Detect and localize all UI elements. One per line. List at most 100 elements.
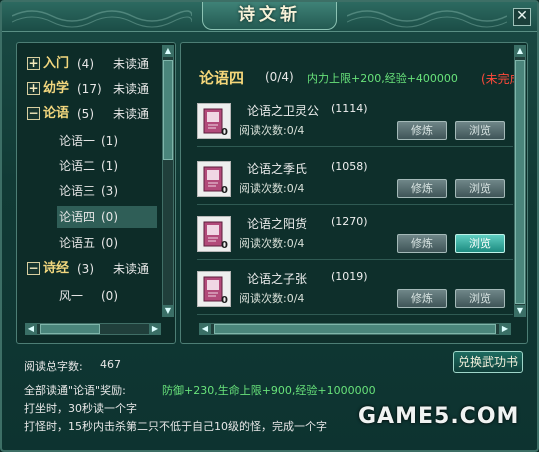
scroll-left-icon[interactable]: ◀ — [199, 323, 211, 335]
scroll-left-icon[interactable]: ◀ — [25, 323, 37, 335]
tree-category-youxue[interactable]: + 幼学 (17) 未读通 — [17, 78, 163, 100]
category-count: (4) — [77, 57, 94, 71]
tree-item-name: 论语二 — [59, 159, 96, 173]
list-item: 0 论语之子张 (1019) 阅读次数:0/4 修炼 浏览 — [197, 265, 513, 315]
tree-category-rumen[interactable]: + 入门 (4) 未读通 — [17, 53, 163, 75]
tree-vertical-scrollbar[interactable]: ▲ ▼ — [162, 45, 174, 317]
practice-button[interactable]: 修炼 — [397, 289, 447, 308]
reward-value: 防御+230,生命上限+900,经验+1000000 — [162, 384, 376, 397]
item-title: 论语之卫灵公 — [247, 104, 320, 118]
browse-button[interactable]: 浏览 — [455, 179, 505, 198]
total-words-value: 467 — [100, 358, 121, 371]
item-id: (1019) — [331, 270, 368, 283]
scroll-right-icon[interactable]: ▶ — [149, 323, 161, 335]
tree-item-lunyu-5[interactable]: 论语五 (0) — [17, 232, 163, 254]
scroll-down-icon[interactable]: ▼ — [514, 305, 526, 317]
scroll-down-icon[interactable]: ▼ — [162, 305, 174, 317]
browse-button[interactable]: 浏览 — [455, 234, 505, 253]
tree-item-name: 论语一 — [59, 134, 96, 148]
chapter-title: 论语四 — [199, 69, 245, 87]
practice-button[interactable]: 修炼 — [397, 121, 447, 140]
collapse-toggle-icon[interactable]: − — [27, 262, 40, 275]
browse-button[interactable]: 浏览 — [455, 121, 505, 140]
list-item: 0 论语之季氏 (1058) 阅读次数:0/4 修炼 浏览 — [197, 155, 513, 205]
item-id: (1058) — [331, 160, 368, 173]
category-count: (5) — [77, 107, 94, 121]
scroll-up-icon[interactable]: ▲ — [162, 45, 174, 57]
cloud-pattern-left — [12, 10, 192, 28]
scroll-thumb[interactable] — [40, 324, 100, 334]
chapter-reward: 内力上限+200,经验+400000 — [307, 72, 458, 85]
tip-meditate: 打坐时，30秒读一个字 — [24, 402, 137, 415]
book-quantity: 0 — [221, 127, 228, 138]
category-name: 入门 — [43, 56, 70, 71]
title-bar: 诗文斩 ✕ — [2, 2, 537, 32]
practice-button[interactable]: 修炼 — [397, 179, 447, 198]
item-read-count: 阅读次数:0/4 — [239, 124, 305, 137]
book-slot[interactable]: 0 — [197, 103, 231, 139]
tree-item-lunyu-4-selected[interactable]: 论语四 (0) — [57, 206, 157, 228]
browse-button[interactable]: 浏览 — [455, 289, 505, 308]
tree-horizontal-scrollbar[interactable]: ◀ ▶ — [25, 323, 161, 335]
book-slot[interactable]: 0 — [197, 216, 231, 252]
expand-toggle-icon[interactable]: + — [27, 82, 40, 95]
book-slot[interactable]: 0 — [197, 271, 231, 307]
poetry-window: 诗文斩 ✕ + 入门 (4) 未读通 + 幼学 (17) 未读通 − 论语 (5… — [0, 0, 539, 452]
collapse-toggle-icon[interactable]: − — [27, 107, 40, 120]
tree-item-name: 论语四 — [59, 210, 96, 224]
exchange-martial-book-button[interactable]: 兑换武功书 — [453, 351, 523, 373]
chapter-header: 论语四 (0/4) 内力上限+200,经验+400000 (未完成) — [199, 67, 529, 87]
tree-category-shijing[interactable]: − 诗经 (3) 未读通 — [17, 258, 163, 280]
category-count: (17) — [77, 82, 102, 96]
scroll-thumb[interactable] — [214, 324, 496, 334]
tree-item-count: (1) — [101, 134, 118, 148]
item-read-count: 阅读次数:0/4 — [239, 182, 305, 195]
practice-button[interactable]: 修炼 — [397, 234, 447, 253]
chapter-horizontal-scrollbar[interactable]: ◀ ▶ — [199, 323, 511, 335]
category-status: 未读通 — [113, 82, 150, 96]
total-words-label: 阅读总字数: — [24, 360, 83, 373]
book-quantity: 0 — [221, 240, 228, 251]
tree-item-count: (0) — [101, 210, 118, 224]
book-quantity: 0 — [221, 185, 228, 196]
category-status: 未读通 — [113, 107, 150, 121]
item-title: 论语之季氏 — [247, 162, 308, 176]
chapter-panel: 论语四 (0/4) 内力上限+200,经验+400000 (未完成) 0 论语之… — [180, 42, 528, 344]
tree-item-lunyu-3[interactable]: 论语三 (3) — [17, 180, 163, 202]
item-read-count: 阅读次数:0/4 — [239, 292, 305, 305]
category-status: 未读通 — [113, 262, 150, 276]
tree-item-name: 论语三 — [59, 184, 96, 198]
window-title: 诗文斩 — [202, 2, 337, 30]
tree-category-lunyu[interactable]: − 论语 (5) 未读通 — [17, 103, 163, 125]
item-read-count: 阅读次数:0/4 — [239, 237, 305, 250]
category-name: 幼学 — [43, 81, 70, 96]
scroll-thumb[interactable] — [515, 60, 525, 304]
tree-item-lunyu-1[interactable]: 论语一 (1) — [17, 130, 163, 152]
scroll-up-icon[interactable]: ▲ — [514, 45, 526, 57]
category-name: 论语 — [43, 106, 70, 121]
tree-item-name: 论语五 — [59, 236, 96, 250]
close-button[interactable]: ✕ — [513, 8, 531, 26]
list-item: 0 论语之卫灵公 (1114) 阅读次数:0/4 修炼 浏览 — [197, 97, 513, 147]
tree-item-count: (0) — [101, 236, 118, 250]
tree-item-count: (0) — [101, 289, 118, 303]
tree-item-lunyu-2[interactable]: 论语二 (1) — [17, 155, 163, 177]
item-id: (1270) — [331, 215, 368, 228]
tree-item-name: 风一 — [59, 289, 84, 303]
item-title: 论语之子张 — [247, 272, 308, 286]
tip-monster: 打怪时，15秒内击杀第二只不低于自己10级的怪，完成一个字 — [24, 420, 327, 433]
item-id: (1114) — [331, 102, 368, 115]
chapter-vertical-scrollbar[interactable]: ▲ ▼ — [514, 45, 526, 317]
cloud-pattern-right — [347, 10, 507, 28]
expand-toggle-icon[interactable]: + — [27, 57, 40, 70]
category-status: 未读通 — [113, 57, 150, 71]
site-watermark: GAME5.COM — [358, 404, 520, 429]
tree-item-count: (3) — [101, 184, 118, 198]
category-tree-panel: + 入门 (4) 未读通 + 幼学 (17) 未读通 − 论语 (5) 未读通 … — [16, 42, 176, 344]
tree-item-feng-1[interactable]: 风一 (0) — [17, 285, 163, 307]
reward-label: 全部读通"论语"奖励: — [24, 384, 126, 397]
book-slot[interactable]: 0 — [197, 161, 231, 197]
scroll-thumb[interactable] — [163, 60, 173, 160]
scroll-right-icon[interactable]: ▶ — [499, 323, 511, 335]
book-quantity: 0 — [221, 295, 228, 306]
